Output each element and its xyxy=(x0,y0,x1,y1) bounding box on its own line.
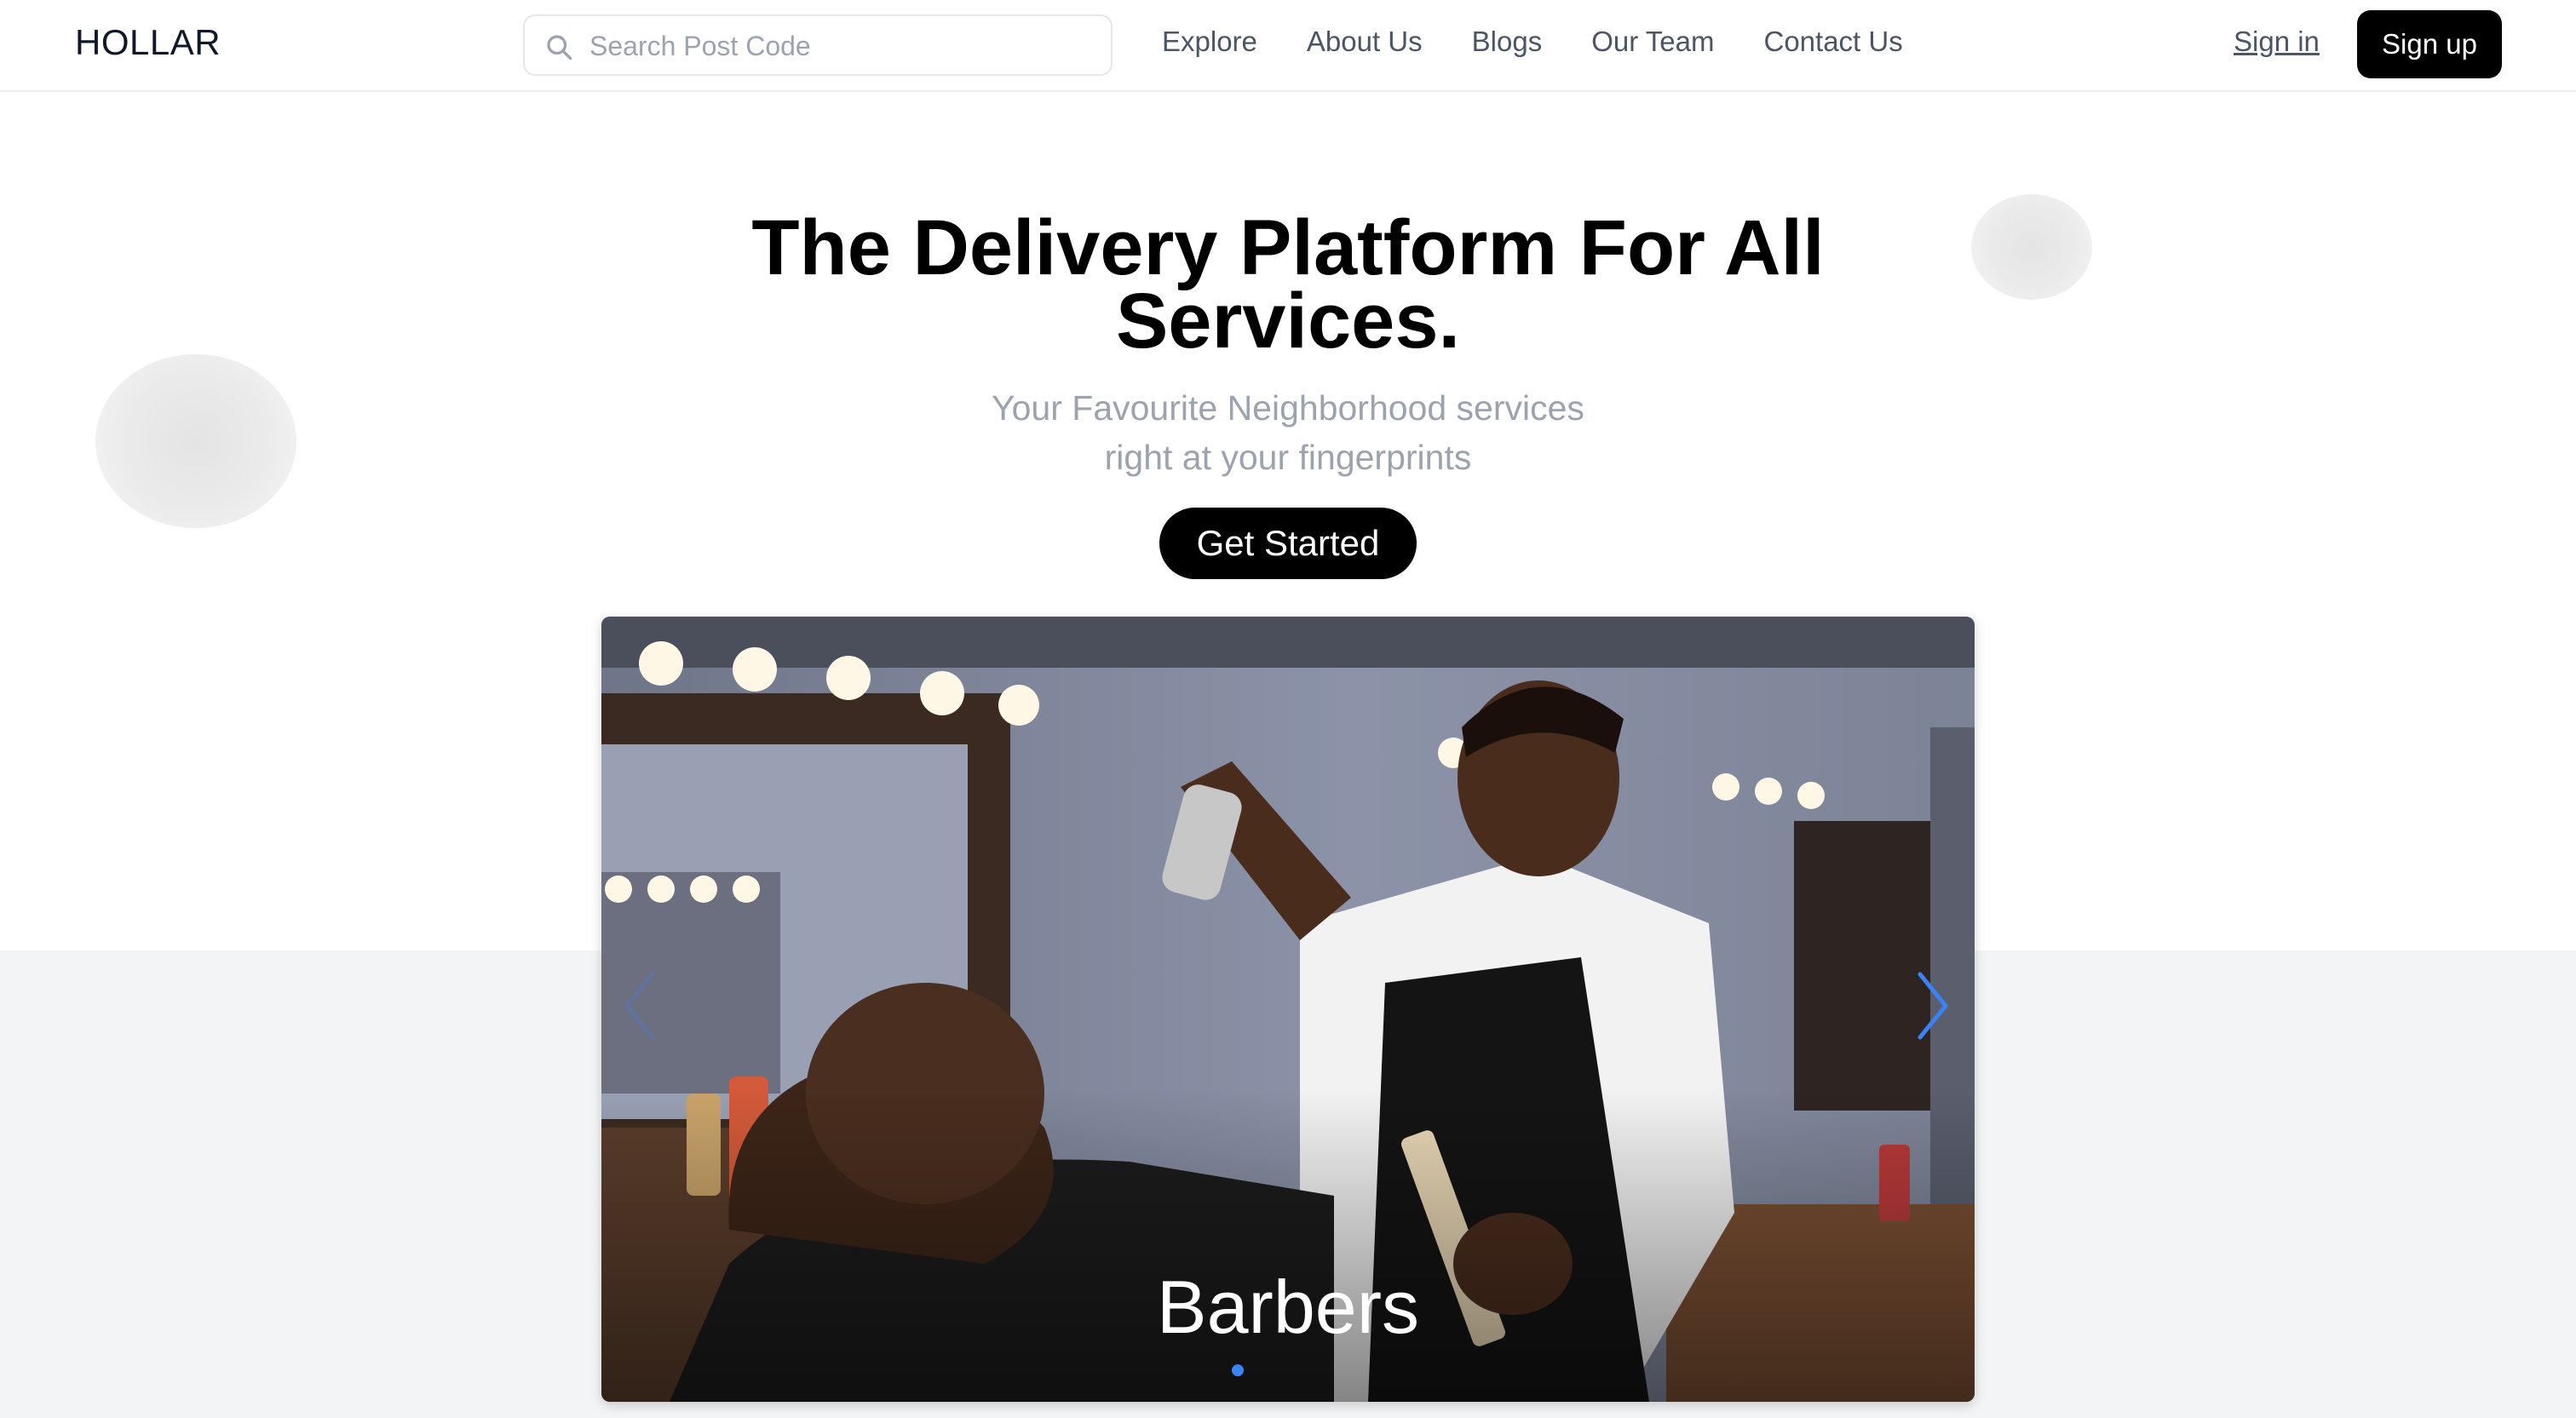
search-box[interactable] xyxy=(523,14,1113,76)
hero-subtitle-line2: right at your fingerprints xyxy=(1104,438,1472,477)
nav-link-our-team[interactable]: Our Team xyxy=(1591,26,1714,58)
hero-title: The Delivery Platform For All Services. xyxy=(692,209,1884,360)
carousel-next-chevron-icon[interactable] xyxy=(1912,967,1954,1044)
decorative-blob-left xyxy=(95,354,296,528)
carousel-indicator-dot[interactable] xyxy=(1232,1364,1244,1376)
slide-caption: Barbers xyxy=(1156,1265,1420,1349)
top-nav: HOLLAR Explore About Us Blogs Our Team C… xyxy=(0,0,2576,92)
nav-link-contact-us[interactable]: Contact Us xyxy=(1763,26,1902,58)
carousel-prev-chevron-icon[interactable] xyxy=(618,967,661,1044)
brand-logo[interactable]: HOLLAR xyxy=(75,22,221,63)
hero-subtitle: Your Favourite Neighborhood services rig… xyxy=(862,383,1714,482)
hero-subtitle-line1: Your Favourite Neighborhood services xyxy=(992,388,1584,428)
search-input[interactable] xyxy=(588,25,1090,67)
hero-title-line2: Services. xyxy=(1115,278,1461,365)
nav-link-about-us[interactable]: About Us xyxy=(1307,26,1423,58)
services-carousel[interactable]: Barbers xyxy=(601,617,1975,1402)
get-started-button[interactable]: Get Started xyxy=(1159,508,1417,579)
sign-up-button[interactable]: Sign up xyxy=(2357,10,2502,78)
decorative-blob-right xyxy=(1971,194,2092,300)
nav-link-explore[interactable]: Explore xyxy=(1162,26,1257,58)
search-icon xyxy=(547,35,572,60)
nav-link-blogs[interactable]: Blogs xyxy=(1472,26,1543,58)
sign-in-link[interactable]: Sign in xyxy=(2234,26,2320,58)
nav-links: Explore About Us Blogs Our Team Contact … xyxy=(1162,26,1903,58)
